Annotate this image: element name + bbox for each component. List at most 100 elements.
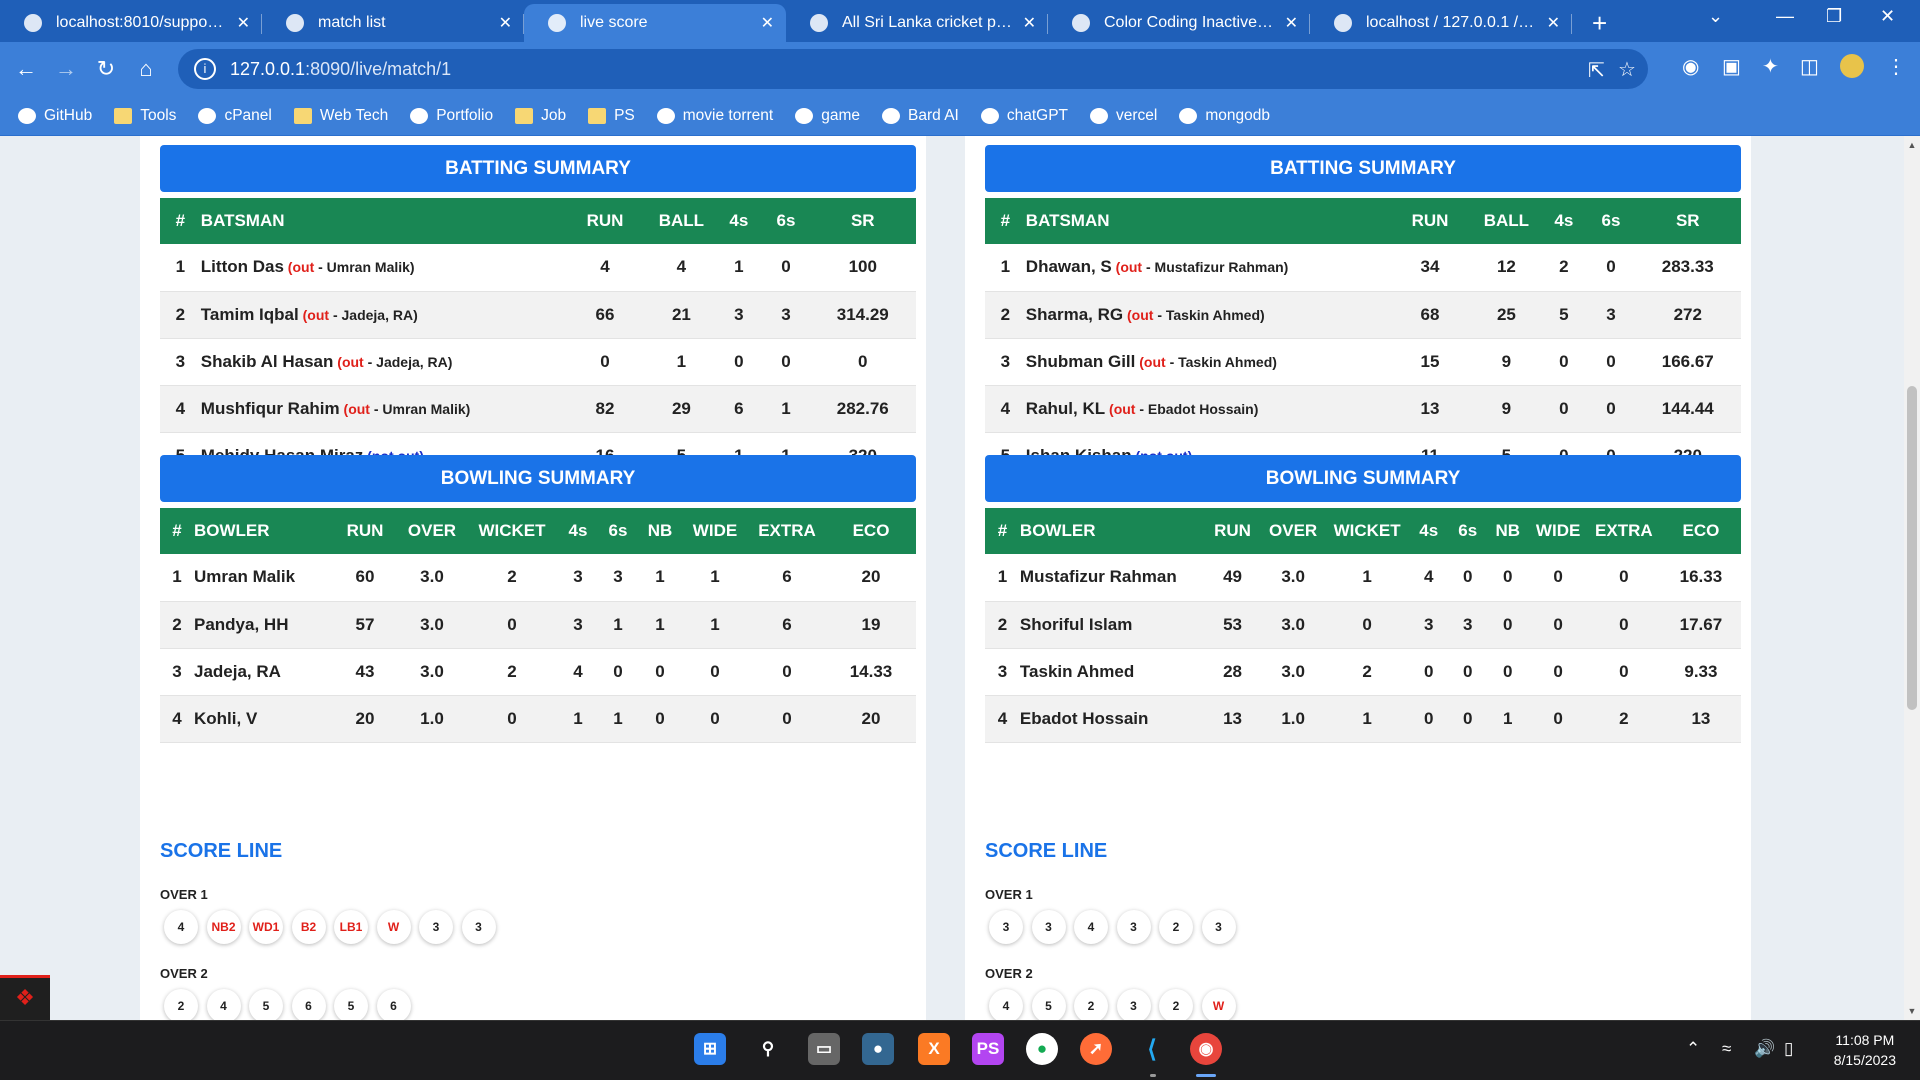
chrome-icon[interactable]: ◉ [1190,1033,1222,1065]
task-view-icon[interactable]: ▭ [808,1033,840,1065]
volume-icon[interactable]: 🔊 [1754,1039,1775,1059]
batting-row: 1 Litton Das (out - Umran Malik) 4 4 1 0 100 [160,244,916,292]
vscode-icon[interactable]: ⟨ [1136,1033,1168,1065]
new-extension-icon[interactable]: ◉ [1682,54,1699,79]
tab-6[interactable]: localhost / 127.0.0.1 / cricke ✕ [1310,4,1572,42]
tab-close-icon[interactable]: ✕ [499,13,512,33]
batting-ball: 9 [1472,385,1541,433]
extension-icon[interactable]: ▣ [1722,54,1741,79]
tab-3[interactable]: live score ✕ [524,4,786,42]
tab-5[interactable]: Color Coding Inactive Statu ✕ [1048,4,1310,42]
battery-icon[interactable]: ▯ [1784,1039,1793,1059]
postgresql-icon[interactable]: ● [862,1033,894,1065]
batting-run: 82 [562,385,648,433]
site-info-icon[interactable]: i [194,58,216,80]
tab-1[interactable]: localhost:8010/support-tick ✕ [0,4,262,42]
window-close-icon[interactable]: ✕ [1880,6,1895,27]
reload-icon[interactable]: ↻ [86,56,126,82]
ball-result: LB1 [334,910,368,944]
tray-overflow-icon[interactable]: ⌃ [1686,1039,1700,1059]
batting-run: 4 [562,244,648,292]
batting-sr: 282.76 [809,385,916,433]
bowling-run: 20 [332,695,398,743]
tab-search-icon[interactable]: ⌄ [1708,6,1723,27]
extensions-puzzle-icon[interactable]: ✦ [1762,54,1779,79]
tab-close-icon[interactable]: ✕ [1023,13,1036,33]
batsman-cell: Mushfiqur Rahim (out - Umran Malik) [200,385,563,433]
bookmark-5[interactable]: Portfolio [410,107,493,125]
share-icon[interactable]: ⇱ [1588,58,1605,83]
bookmark-2[interactable]: Tools [114,107,176,125]
tab-close-icon[interactable]: ✕ [237,13,250,33]
batting-table: # BATSMAN RUN BALL 4s 6s SR 1 Dhawan, S (out - M… [985,198,1741,480]
batting-col-header: # [160,198,201,244]
bowling-extra: 0 [748,695,826,743]
batting-run: 13 [1387,385,1473,433]
bookmark-6[interactable]: Job [515,107,566,125]
bookmark-3[interactable]: cPanel [198,106,272,125]
bookmark-13[interactable]: mongodb [1179,107,1270,125]
bookmark-8[interactable]: movie torrent [656,107,773,125]
bowling-nb: 0 [1486,601,1530,649]
dismissed-by: - Mustafizur Rahman) [1142,259,1289,276]
bookmark-1[interactable]: GitHub [18,107,92,125]
bowling-wide: 1 [682,554,748,602]
batting-s: 3 [1587,291,1635,339]
bowling-col-header: WICKET [1326,508,1409,554]
menu-kebab-icon[interactable]: ⋮ [1886,54,1906,79]
batting-ball: 21 [647,291,716,339]
bookmark-label: cPanel [224,106,272,124]
bowling-wk: 2 [1326,648,1409,696]
restore-icon[interactable]: ❐ [1826,6,1842,27]
bowling-col-header: NB [638,508,682,554]
minimize-icon[interactable]: — [1776,6,1794,27]
new-tab-button[interactable]: + [1592,4,1607,42]
phpstorm-icon[interactable]: PS [972,1033,1004,1065]
bookmark-9[interactable]: game [795,107,860,125]
tab-favicon-icon [1334,14,1352,32]
laravel-debugbar-icon[interactable]: ❖ [0,975,50,1020]
scroll-down-icon[interactable]: ▼ [1904,1006,1920,1016]
bookmark-star-icon[interactable]: ☆ [1618,57,1636,82]
home-icon[interactable]: ⌂ [126,56,166,82]
bookmark-12[interactable]: vercel [1090,107,1157,125]
windows-start-icon[interactable]: ⊞ [694,1033,726,1065]
vscode-running-indicator [1150,1074,1156,1077]
forward-icon[interactable]: → [46,56,86,82]
batting-sr: 283.33 [1634,244,1741,292]
bowling-extra: 0 [748,648,826,696]
page-scrollbar[interactable]: ▲ ▼ [1904,136,1920,1020]
dismissal-open: ( [1135,353,1144,370]
scroll-up-icon[interactable]: ▲ [1904,140,1920,150]
bookmark-label: Job [541,106,567,124]
bowling-extra: 0 [1586,601,1661,649]
bookmark-4[interactable]: Web Tech [293,107,388,125]
bookmark-10[interactable]: Bard AI [882,107,959,125]
bookmark-7[interactable]: PS [588,107,635,125]
batsman-name: Shakib Al Hasan [200,351,334,371]
postman-icon[interactable]: ➚ [1080,1033,1112,1065]
bowling-wk: 1 [1326,695,1409,743]
tab-4[interactable]: All Sri Lanka cricket players, ✕ [786,4,1048,42]
side-panel-icon[interactable]: ◫ [1800,54,1819,79]
wifi-icon[interactable]: ≈ [1722,1039,1731,1059]
tab-close-icon[interactable]: ✕ [1547,13,1560,33]
xampp-icon[interactable]: X [918,1033,950,1065]
profile-avatar[interactable] [1840,54,1864,78]
scrollbar-thumb[interactable] [1907,386,1917,710]
bowling-col-header: 6s [598,508,638,554]
tab-close-icon[interactable]: ✕ [1285,13,1298,33]
mongodb-compass-icon[interactable]: ● [1026,1033,1058,1065]
system-clock[interactable]: 11:08 PM 8/15/2023 [1834,1030,1896,1070]
search-icon[interactable]: ⚲ [752,1033,784,1065]
batting-ball: 29 [647,385,716,433]
ball-result: 3 [1201,910,1236,944]
bowling-f: 3 [558,601,598,649]
url-input[interactable]: i 127.0.0.1:8090/live/match/1 ⇱ ☆ [178,49,1648,89]
back-icon[interactable]: ← [6,56,46,82]
bookmark-11[interactable]: chatGPT [980,107,1068,125]
tab-close-icon[interactable]: ✕ [761,13,774,33]
tab-2[interactable]: match list ✕ [262,4,524,42]
row-number: 1 [985,244,1026,292]
tab-label: Color Coding Inactive Statu [1104,14,1274,31]
